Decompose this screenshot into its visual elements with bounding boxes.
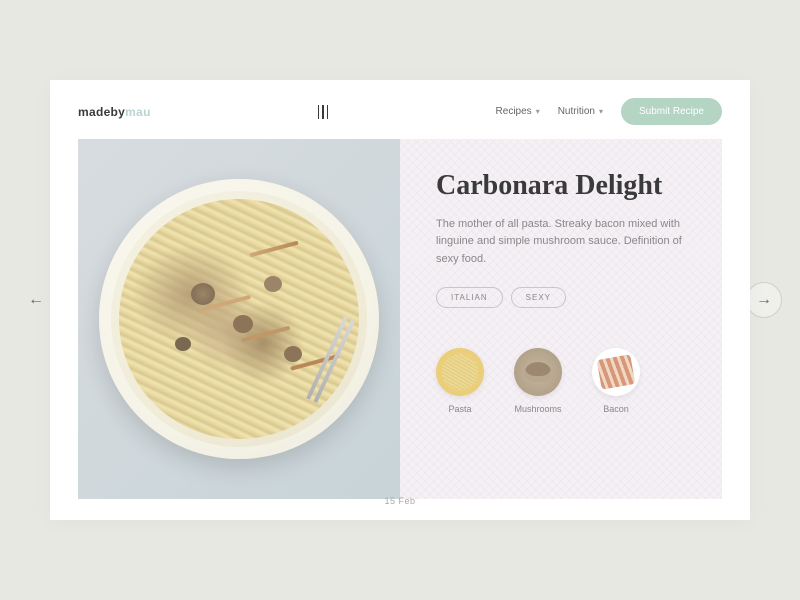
tag-list: ITALIAN SEXY xyxy=(436,287,686,308)
header: madebymau Recipes ▾ Nutrition ▾ Submit R… xyxy=(50,80,750,139)
recipe-title: Carbonara Delight xyxy=(436,171,686,202)
nav-label: Recipes xyxy=(496,106,532,117)
ingredient-label: Pasta xyxy=(448,404,471,414)
mushroom-icon xyxy=(514,348,562,396)
logo-light: mau xyxy=(125,105,151,119)
ingredient-pasta[interactable]: Pasta xyxy=(436,348,484,414)
tag-sexy[interactable]: SEXY xyxy=(511,287,566,308)
chevron-down-icon: ▾ xyxy=(599,107,603,116)
logo[interactable]: madebymau xyxy=(78,105,151,119)
nav-item-recipes[interactable]: Recipes ▾ xyxy=(496,106,540,117)
ingredient-bacon[interactable]: Bacon xyxy=(592,348,640,414)
ingredient-list: Pasta Mushrooms Bacon xyxy=(436,348,686,414)
recipe-card: madebymau Recipes ▾ Nutrition ▾ Submit R… xyxy=(50,80,750,520)
nav-label: Nutrition xyxy=(558,106,595,117)
recipe-date: 15 Feb xyxy=(384,496,415,506)
next-arrow-button[interactable]: → xyxy=(746,282,782,318)
recipe-description: The mother of all pasta. Streaky bacon m… xyxy=(436,216,686,269)
ingredient-label: Bacon xyxy=(603,404,629,414)
chevron-down-icon: ▾ xyxy=(536,107,540,116)
prev-arrow-button[interactable]: ← xyxy=(18,282,54,318)
recipe-image xyxy=(78,139,400,499)
bacon-icon xyxy=(592,348,640,396)
ingredient-label: Mushrooms xyxy=(514,404,561,414)
ingredient-mushrooms[interactable]: Mushrooms xyxy=(514,348,562,414)
hamburger-icon[interactable] xyxy=(318,105,329,119)
logo-bold: madeby xyxy=(78,105,125,119)
submit-recipe-button[interactable]: Submit Recipe xyxy=(621,98,722,125)
pasta-icon xyxy=(436,348,484,396)
tag-italian[interactable]: ITALIAN xyxy=(436,287,503,308)
nav-item-nutrition[interactable]: Nutrition ▾ xyxy=(558,106,603,117)
plate-illustration xyxy=(99,179,379,459)
nav: Recipes ▾ Nutrition ▾ Submit Recipe xyxy=(496,98,722,125)
content: Carbonara Delight The mother of all past… xyxy=(78,139,722,499)
recipe-info: Carbonara Delight The mother of all past… xyxy=(400,139,722,499)
